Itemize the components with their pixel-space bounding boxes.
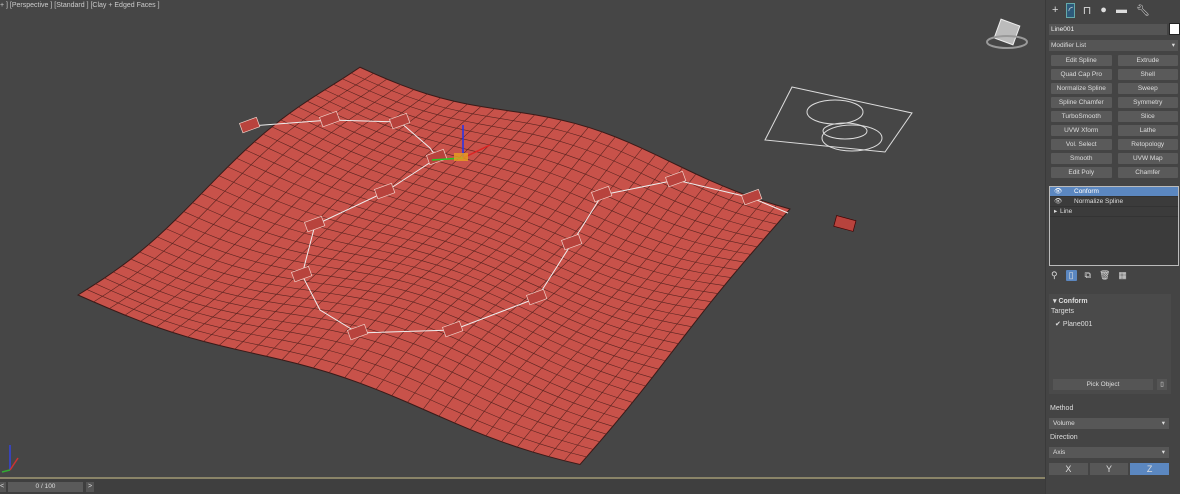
remove-modifier-icon[interactable]: 🗑︎ <box>1099 270 1110 281</box>
modifier-button[interactable]: Normalize Spline <box>1051 83 1112 94</box>
modifier-button[interactable]: Slice <box>1117 111 1178 122</box>
modifier-list-dropdown[interactable]: Modifier List ▾ <box>1049 40 1178 51</box>
create-tab-icon[interactable]: + <box>1052 4 1058 16</box>
modifier-list-label: Modifier List <box>1051 42 1087 49</box>
direction-label: Direction <box>1050 434 1078 441</box>
make-unique-icon[interactable]: ⧉ <box>1085 270 1091 281</box>
modifier-button[interactable]: Extrude <box>1117 55 1178 66</box>
target-name: Plane001 <box>1062 321 1093 328</box>
show-end-result-icon[interactable]: ▯ <box>1065 270 1077 281</box>
modifier-button[interactable]: Retopology <box>1117 139 1178 150</box>
modifier-button[interactable]: Smooth <box>1051 153 1112 164</box>
pick-object-button[interactable]: Pick Object <box>1053 379 1153 390</box>
motion-tab-icon[interactable]: ● <box>1100 4 1107 16</box>
modifier-button[interactable]: Edit Poly <box>1051 167 1112 178</box>
object-color-swatch[interactable] <box>1169 23 1180 35</box>
chevron-down-icon: ▾ <box>1161 420 1165 427</box>
rollout-title-text: Conform <box>1058 298 1088 305</box>
stack-item[interactable]: 👁︎ Normalize Spline <box>1050 197 1178 207</box>
modifier-button[interactable]: Edit Spline <box>1051 55 1112 66</box>
viewcube-icon <box>993 18 1021 46</box>
configure-sets-icon[interactable]: ▦ <box>1118 270 1127 281</box>
rollout-title[interactable]: ▾ Conform <box>1049 294 1171 308</box>
circle-shape <box>806 99 864 125</box>
axis-tripod-y <box>1 469 11 473</box>
text-shape <box>764 86 913 153</box>
modifier-button[interactable]: UVW Map <box>1117 153 1178 164</box>
modifier-buttons: Edit Spline Extrude Quad Cap Pro Shell Norma… <box>1051 55 1178 178</box>
axis-y-button[interactable]: Y <box>1089 463 1129 475</box>
axis-buttons: X Y Z <box>1049 463 1170 475</box>
targets-label: Targets <box>1051 308 1074 315</box>
stack-item[interactable]: ▸ Line <box>1050 207 1178 217</box>
modifier-button[interactable]: Chamfer <box>1117 167 1178 178</box>
method-label: Method <box>1050 405 1074 412</box>
method-dropdown[interactable]: Volume ▾ <box>1049 418 1169 429</box>
method-value: Volume <box>1053 420 1075 427</box>
modifier-stack[interactable]: 👁︎ Conform 👁︎ Normalize Spline ▸ Line <box>1049 186 1179 266</box>
stack-item-label: Conform <box>1074 188 1099 195</box>
viewport-label[interactable]: + ] [Perspective ] [Standard ] [Clay + E… <box>0 2 160 9</box>
next-frame-button[interactable]: > <box>86 482 94 492</box>
utilities-tab-icon[interactable]: 🔧︎ <box>1136 4 1150 17</box>
modifier-button[interactable]: UVW Xform <box>1051 125 1112 136</box>
modifier-button[interactable]: Spline Chamfer <box>1051 97 1112 108</box>
direction-value: Axis <box>1053 449 1066 456</box>
stack-item-label: Line <box>1060 208 1073 215</box>
hierarchy-tab-icon[interactable]: ⊓ <box>1083 4 1092 17</box>
circle-shape <box>821 124 883 152</box>
modifier-button[interactable]: Symmetry <box>1117 97 1178 108</box>
conformed-box <box>239 116 261 134</box>
time-slider[interactable]: 0 / 100 <box>8 482 83 492</box>
direction-dropdown[interactable]: Axis ▾ <box>1049 447 1169 458</box>
modifier-button[interactable]: Shell <box>1117 69 1178 80</box>
modifier-button[interactable]: Vol. Select <box>1051 139 1112 150</box>
display-tab-icon[interactable]: ▬ <box>1116 4 1127 16</box>
axis-x-button[interactable]: X <box>1049 463 1088 475</box>
viewport-scene <box>1 18 1028 473</box>
eye-icon[interactable]: 👁︎ <box>1054 188 1062 195</box>
chevron-down-icon: ▾ <box>1161 449 1165 456</box>
modifier-button[interactable]: TurboSmooth <box>1051 111 1112 122</box>
stack-tools: ⚲ ▯ ⧉ 🗑︎ ▦ <box>1051 270 1127 281</box>
time-slider-bar: < 0 / 100 > <box>0 477 1045 494</box>
box-object <box>833 215 857 232</box>
gizmo-plane <box>454 153 468 161</box>
pick-list-button[interactable]: ▯ <box>1157 379 1167 390</box>
stack-item[interactable]: 👁︎ Conform <box>1050 187 1178 197</box>
modifier-button[interactable]: Lathe <box>1117 125 1178 136</box>
axis-tripod-x <box>9 457 19 471</box>
panel-tabs: + ◜ ⊓ ● ▬ 🔧︎ <box>1046 0 1180 20</box>
command-panel: + ◜ ⊓ ● ▬ 🔧︎ Line001 Modifier List ▾ Edit… <box>1045 0 1180 494</box>
target-item[interactable]: ✔ Plane001 <box>1055 320 1092 328</box>
eye-icon[interactable]: 👁︎ <box>1054 198 1062 205</box>
prev-frame-button[interactable]: < <box>0 482 6 492</box>
modify-tab-icon[interactable]: ◜ <box>1066 2 1075 18</box>
chevron-down-icon: ▾ <box>1171 42 1175 49</box>
perspective-viewport[interactable]: + ] [Perspective ] [Standard ] [Clay + E… <box>0 0 1045 477</box>
modifier-button[interactable]: Sweep <box>1117 83 1178 94</box>
expand-icon[interactable]: ▸ <box>1054 208 1057 215</box>
plane-mesh <box>76 66 791 466</box>
object-name-field[interactable]: Line001 <box>1049 24 1167 35</box>
axis-z-button[interactable]: Z <box>1130 463 1170 475</box>
modifier-button[interactable]: Quad Cap Pro <box>1051 69 1112 80</box>
pin-stack-icon[interactable]: ⚲ <box>1051 270 1058 281</box>
stack-item-label: Normalize Spline <box>1074 198 1124 205</box>
